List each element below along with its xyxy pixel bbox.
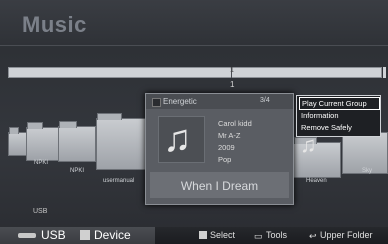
tools-menu: Play Current Group Information Remove Sa… [296,95,381,137]
folder-item[interactable] [58,121,96,162]
card-header: Energetic 3/4 [146,94,293,109]
return-icon: ↩ [309,231,317,241]
music-note-icon: ♫ [163,118,192,160]
device-location-label: USB [33,208,48,215]
track-count: 3/4 [260,97,270,104]
header-divider [0,45,388,46]
source-label[interactable]: USB [41,228,66,242]
device-icon [80,230,90,240]
menu-item-information[interactable]: Information [299,110,378,121]
genre-icon [152,98,161,107]
genre-label: Energetic [163,97,197,106]
folder-label: Sky [362,168,373,174]
tools-icon: ▭ [254,231,263,241]
page-number: 1 [230,80,235,89]
progress-marker-label: 1 [230,67,234,74]
page-title: Music [22,12,87,37]
folder-label: Heaven [306,178,327,184]
browse-progress-bar[interactable] [8,67,382,78]
folder-tab [59,121,78,128]
progress-endcap [383,67,386,78]
album-name: Mr A-Z [218,131,241,140]
usb-icon [18,233,36,238]
folder-tab [27,122,44,129]
now-playing-card[interactable]: Energetic 3/4 ♫ Carol kidd Mr A-Z 2009 P… [145,93,294,205]
menu-item-remove-safely[interactable]: Remove Safely [299,122,378,133]
folder-tab [9,127,20,134]
device-label[interactable]: Device [94,228,131,242]
select-hint[interactable]: Select [210,230,235,240]
song-title-bar: When I Dream [150,172,289,198]
folder-item[interactable] [8,127,28,156]
folder-item[interactable] [96,113,148,170]
artist-name: Carol kidd [218,119,252,128]
menu-item-play-current-group[interactable]: Play Current Group [299,97,380,110]
folder-tab [97,113,122,120]
folder-label: usermanual [103,178,135,184]
folder-label: NPKI [70,168,85,174]
upper-folder-hint[interactable]: Upper Folder [320,230,373,240]
select-button-icon [199,231,207,239]
music-browser-screen: Music 1 1 NPKI NPKI usermanual Heaven Sk… [0,0,388,244]
album-art: ♫ [158,116,205,163]
folder-label: NPKI [34,160,49,166]
genre-tag: Pop [218,155,232,164]
folder-item[interactable] [26,122,60,161]
song-title: When I Dream [180,179,259,193]
tools-hint[interactable]: Tools [266,230,287,240]
release-year: 2009 [218,143,235,152]
